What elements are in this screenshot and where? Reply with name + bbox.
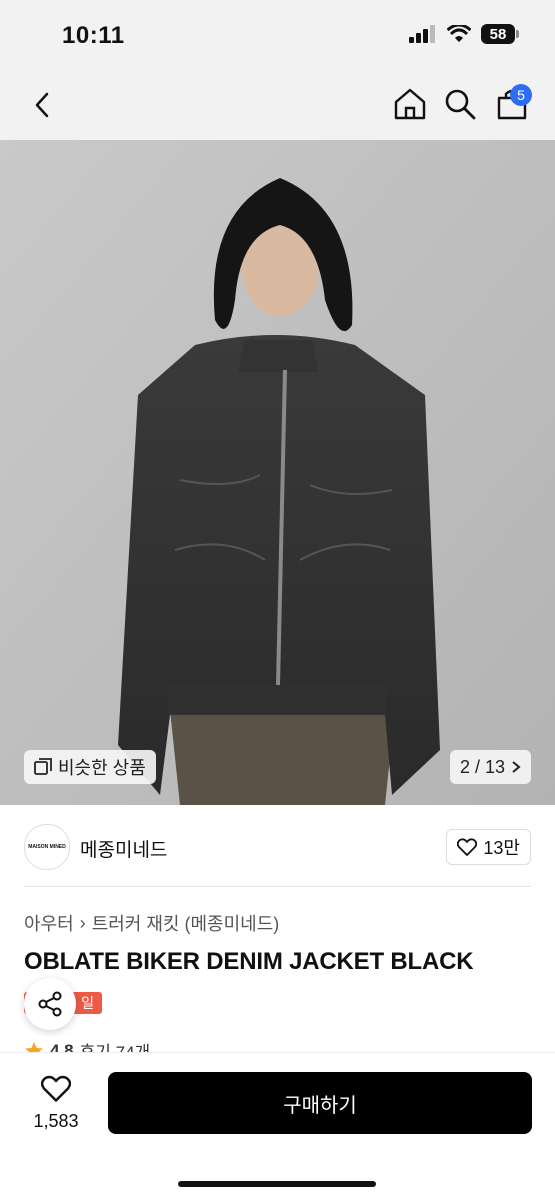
chevron-right-icon: ›	[79, 912, 86, 933]
wishlist-count: 1,583	[33, 1111, 79, 1131]
wishlist-button[interactable]: 1,583	[24, 1075, 88, 1132]
clock: 10:11	[62, 22, 125, 49]
divider	[24, 886, 531, 887]
signal-icon	[409, 25, 435, 43]
heart-icon	[40, 1075, 72, 1102]
cart-count-badge: 5	[510, 84, 532, 106]
heart-icon	[457, 838, 478, 856]
top-nav	[0, 70, 555, 140]
page-indicator: 2 / 13	[459, 756, 505, 777]
product-image[interactable]	[0, 140, 555, 805]
search-icon[interactable]	[442, 86, 478, 122]
back-button[interactable]	[26, 88, 58, 122]
brand-logo[interactable]: MAISON MINED	[24, 824, 70, 870]
product-title: OBLATE BIKER DENIM JACKET BLACK	[24, 948, 474, 975]
model-photo	[0, 140, 555, 805]
brand-name[interactable]: 메종미네드	[80, 835, 167, 862]
breadcrumb: 아우터 › 트러커 재킷 (메종미네드)	[24, 910, 279, 936]
similar-products-label: 비슷한 상품	[58, 758, 146, 778]
chevron-right-icon	[512, 761, 521, 773]
home-indicator	[178, 1181, 376, 1187]
brand-row: MAISON MINED 메종미네드 13만	[0, 805, 555, 887]
wifi-icon	[447, 25, 471, 42]
image-pager[interactable]: 2 / 13	[449, 750, 531, 784]
brand-like-button[interactable]: 13만	[446, 829, 531, 865]
like-count: 13만	[483, 838, 520, 858]
status-bar: 10:11 58	[0, 0, 555, 70]
similar-products-button[interactable]: 비슷한 상품	[24, 750, 156, 784]
breadcrumb-subcategory[interactable]: 트러커 재킷 (메종미네드)	[92, 910, 280, 936]
battery-icon: 58	[481, 24, 519, 44]
copy-icon	[34, 758, 52, 775]
home-icon[interactable]	[392, 86, 428, 122]
status-icons: 58	[409, 24, 519, 44]
share-button[interactable]	[24, 978, 76, 1030]
breadcrumb-category[interactable]: 아우터	[24, 910, 74, 936]
chevron-left-icon	[35, 92, 49, 118]
share-icon	[38, 991, 62, 1017]
buy-button[interactable]: 구매하기	[108, 1072, 532, 1134]
